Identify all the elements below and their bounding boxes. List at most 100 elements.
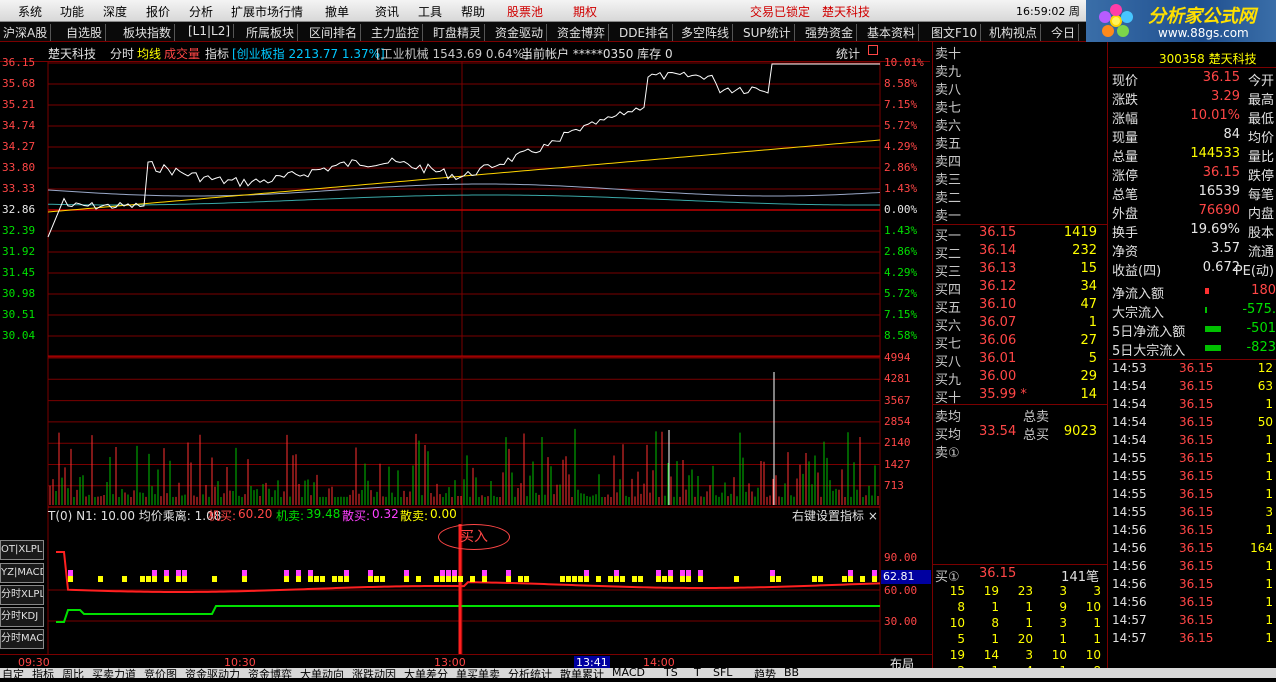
sell-level-row[interactable]: 卖三 xyxy=(933,169,1101,188)
sell-level-row[interactable]: 卖二 xyxy=(933,187,1101,206)
tab-bull-bear[interactable]: 多空阵线 xyxy=(678,24,734,41)
flow-value: 180 xyxy=(1251,283,1276,298)
menu-function[interactable]: 功能 xyxy=(60,3,84,20)
buy-level-row[interactable]: 买九 36.00 29 xyxy=(933,369,1101,388)
buy-level-row[interactable]: 买六 36.07 1 xyxy=(933,315,1101,334)
quote-value: 36.15 xyxy=(1202,165,1240,180)
sell-level-row[interactable]: 卖七 xyxy=(933,97,1101,116)
bottom-tab[interactable]: 资金博弈 xyxy=(248,668,292,678)
side-btn-fs-xlpl[interactable]: 分时XLPL xyxy=(0,585,44,605)
bottom-tab[interactable]: 自定 xyxy=(2,668,24,678)
tab-watchlist[interactable]: 自选股 xyxy=(63,24,107,41)
trade-lock-status[interactable]: 交易已锁定 xyxy=(750,3,810,20)
menu-cancel-order[interactable]: 撤单 xyxy=(325,3,349,20)
flow-row: 大宗流入 -575. xyxy=(1109,302,1276,321)
price-tick: 30.04 xyxy=(2,329,36,342)
quote-label-right: 内盘 xyxy=(1247,207,1274,222)
bottom-tab[interactable]: 资金驱动力 xyxy=(185,668,240,678)
tab-fund-game[interactable]: 资金博弈 xyxy=(554,24,610,41)
side-btn-fs-kdj[interactable]: 分时KDJ xyxy=(0,607,44,627)
menu-system[interactable]: 系统 xyxy=(18,3,42,20)
chart-header: 楚天科技 分时 均线 成交量 指标 [创业板指 2213.77 1.37%] [… xyxy=(0,42,930,62)
menu-analysis[interactable]: 分析 xyxy=(189,3,213,20)
sell-level-row[interactable]: 卖十 xyxy=(933,43,1101,62)
tab-basic-info[interactable]: 基本资料 xyxy=(864,24,920,41)
side-btn-ot-xlpl[interactable]: OT|XLPL xyxy=(0,540,44,560)
bottom-tab[interactable]: MACD xyxy=(612,668,645,678)
ind-axis-90: 90.00 xyxy=(884,551,918,564)
chart-mode[interactable]: 分时 xyxy=(110,45,134,62)
indicator-settings-hint[interactable]: 右键设置指标 × xyxy=(792,507,878,524)
buy-level-row[interactable]: 买五 36.10 47 xyxy=(933,297,1101,316)
buy-level-volume: 1419 xyxy=(1063,225,1097,240)
sell-avg-label: 卖均 xyxy=(935,410,962,425)
tab-f10[interactable]: 图文F10 xyxy=(928,24,982,41)
indicator-params: T(0) N1: 10.00 均价乘离: 1.08 xyxy=(48,509,222,523)
buy-level-label: 买三 xyxy=(935,265,962,280)
bottom-tab[interactable]: 大单差分 xyxy=(404,668,448,678)
bottom-tab[interactable]: T xyxy=(694,668,701,678)
menu-news[interactable]: 资讯 xyxy=(375,3,399,20)
tab-sup-stats[interactable]: SUP统计 xyxy=(740,24,795,41)
bottom-tab[interactable]: 涨跌动因 xyxy=(352,668,396,678)
tab-hs-a[interactable]: 沪深A股 xyxy=(0,24,52,41)
buy-level-row[interactable]: 买二 36.14 232 xyxy=(933,243,1101,262)
tick-price: 36.15 xyxy=(1179,631,1214,645)
tab-l1-l2[interactable]: [L1|L2] xyxy=(185,24,235,38)
tab-range-rank[interactable]: 区间排名 xyxy=(306,24,362,41)
quote-label: 总笔 xyxy=(1112,188,1139,203)
bottom-tab[interactable]: TS xyxy=(664,668,678,678)
chart-board-index[interactable]: [创业板指 2213.77 1.37%] xyxy=(232,45,385,62)
chart-volume[interactable]: 成交量 xyxy=(164,45,200,62)
buy-level-row[interactable]: 买七 36.06 27 xyxy=(933,333,1101,352)
chart-maximize-icon[interactable] xyxy=(868,45,878,55)
sell-level-row[interactable]: 卖四 xyxy=(933,151,1101,170)
sell-level-row[interactable]: 卖五 xyxy=(933,133,1101,152)
sell-level-row[interactable]: 卖六 xyxy=(933,115,1101,134)
tab-institution[interactable]: 机构视点 xyxy=(986,24,1042,41)
bottom-tab[interactable]: 分析统计 xyxy=(508,668,552,678)
tab-strong-funds[interactable]: 强势资金 xyxy=(802,24,858,41)
buy-level-row[interactable]: 买三 36.13 15 xyxy=(933,261,1101,280)
sell-level-row[interactable]: 卖一 xyxy=(933,205,1101,224)
tab-watch-spirit[interactable]: 盯盘精灵 xyxy=(430,24,486,41)
bottom-tab[interactable]: 大单动向 xyxy=(300,668,344,678)
bottom-tab[interactable]: 周比 xyxy=(62,668,84,678)
menu-stock-pool[interactable]: 股票池 xyxy=(507,3,543,20)
bottom-tab[interactable]: 单买单卖 xyxy=(456,668,500,678)
menu-quote[interactable]: 报价 xyxy=(146,3,170,20)
chart-industry-index[interactable]: [工业机械 1543.69 0.64%] xyxy=(376,45,529,62)
bottom-tab[interactable]: 指标 xyxy=(32,668,54,678)
tab-sector[interactable]: 所属板块 xyxy=(243,24,299,41)
buy-level-row[interactable]: 买八 36.01 5 xyxy=(933,351,1101,370)
tab-today[interactable]: 今日 xyxy=(1048,24,1080,41)
bottom-tab[interactable]: 竞价图 xyxy=(144,668,177,678)
tab-sector-index[interactable]: 板块指数 xyxy=(120,24,176,41)
chart-indicator[interactable]: 指标 xyxy=(205,45,229,62)
intraday-chart[interactable] xyxy=(0,62,932,656)
menu-depth[interactable]: 深度 xyxy=(103,3,127,20)
chart-avg-line[interactable]: 均线 xyxy=(137,45,161,62)
side-btn-yz-macd[interactable]: YZ|MACD xyxy=(0,563,44,583)
tab-main-monitor[interactable]: 主力监控 xyxy=(368,24,424,41)
bottom-tab[interactable]: 买卖力道 xyxy=(92,668,136,678)
bottom-tab[interactable]: SFL xyxy=(713,668,732,678)
chart-stats-button[interactable]: 统计 xyxy=(836,45,860,62)
tick-price: 36.15 xyxy=(1179,361,1214,375)
menu-options[interactable]: 期权 xyxy=(573,3,597,20)
menu-tools[interactable]: 工具 xyxy=(418,3,442,20)
buy-level-row[interactable]: 买十 35.99 * 14 xyxy=(933,387,1101,406)
side-btn-fs-macd[interactable]: 分时MACD xyxy=(0,629,44,649)
buy-level-row[interactable]: 买一 36.15 1419 xyxy=(933,225,1101,244)
sell-level-row[interactable]: 卖九 xyxy=(933,61,1101,80)
bottom-tab[interactable]: BB xyxy=(784,668,799,678)
buy-level-row[interactable]: 买四 36.12 34 xyxy=(933,279,1101,298)
menu-extended-market[interactable]: 扩展市场行情 xyxy=(231,3,303,20)
sell-level-row[interactable]: 卖八 xyxy=(933,79,1101,98)
bottom-tab[interactable]: 趋势 xyxy=(754,668,776,678)
tab-dde-rank[interactable]: DDE排名 xyxy=(616,24,674,41)
menu-help[interactable]: 帮助 xyxy=(461,3,485,20)
tab-fund-drive[interactable]: 资金驱动 xyxy=(492,24,548,41)
quote-label-right: 股本 xyxy=(1247,226,1274,241)
bottom-tab[interactable]: 散单累计 xyxy=(560,668,604,678)
